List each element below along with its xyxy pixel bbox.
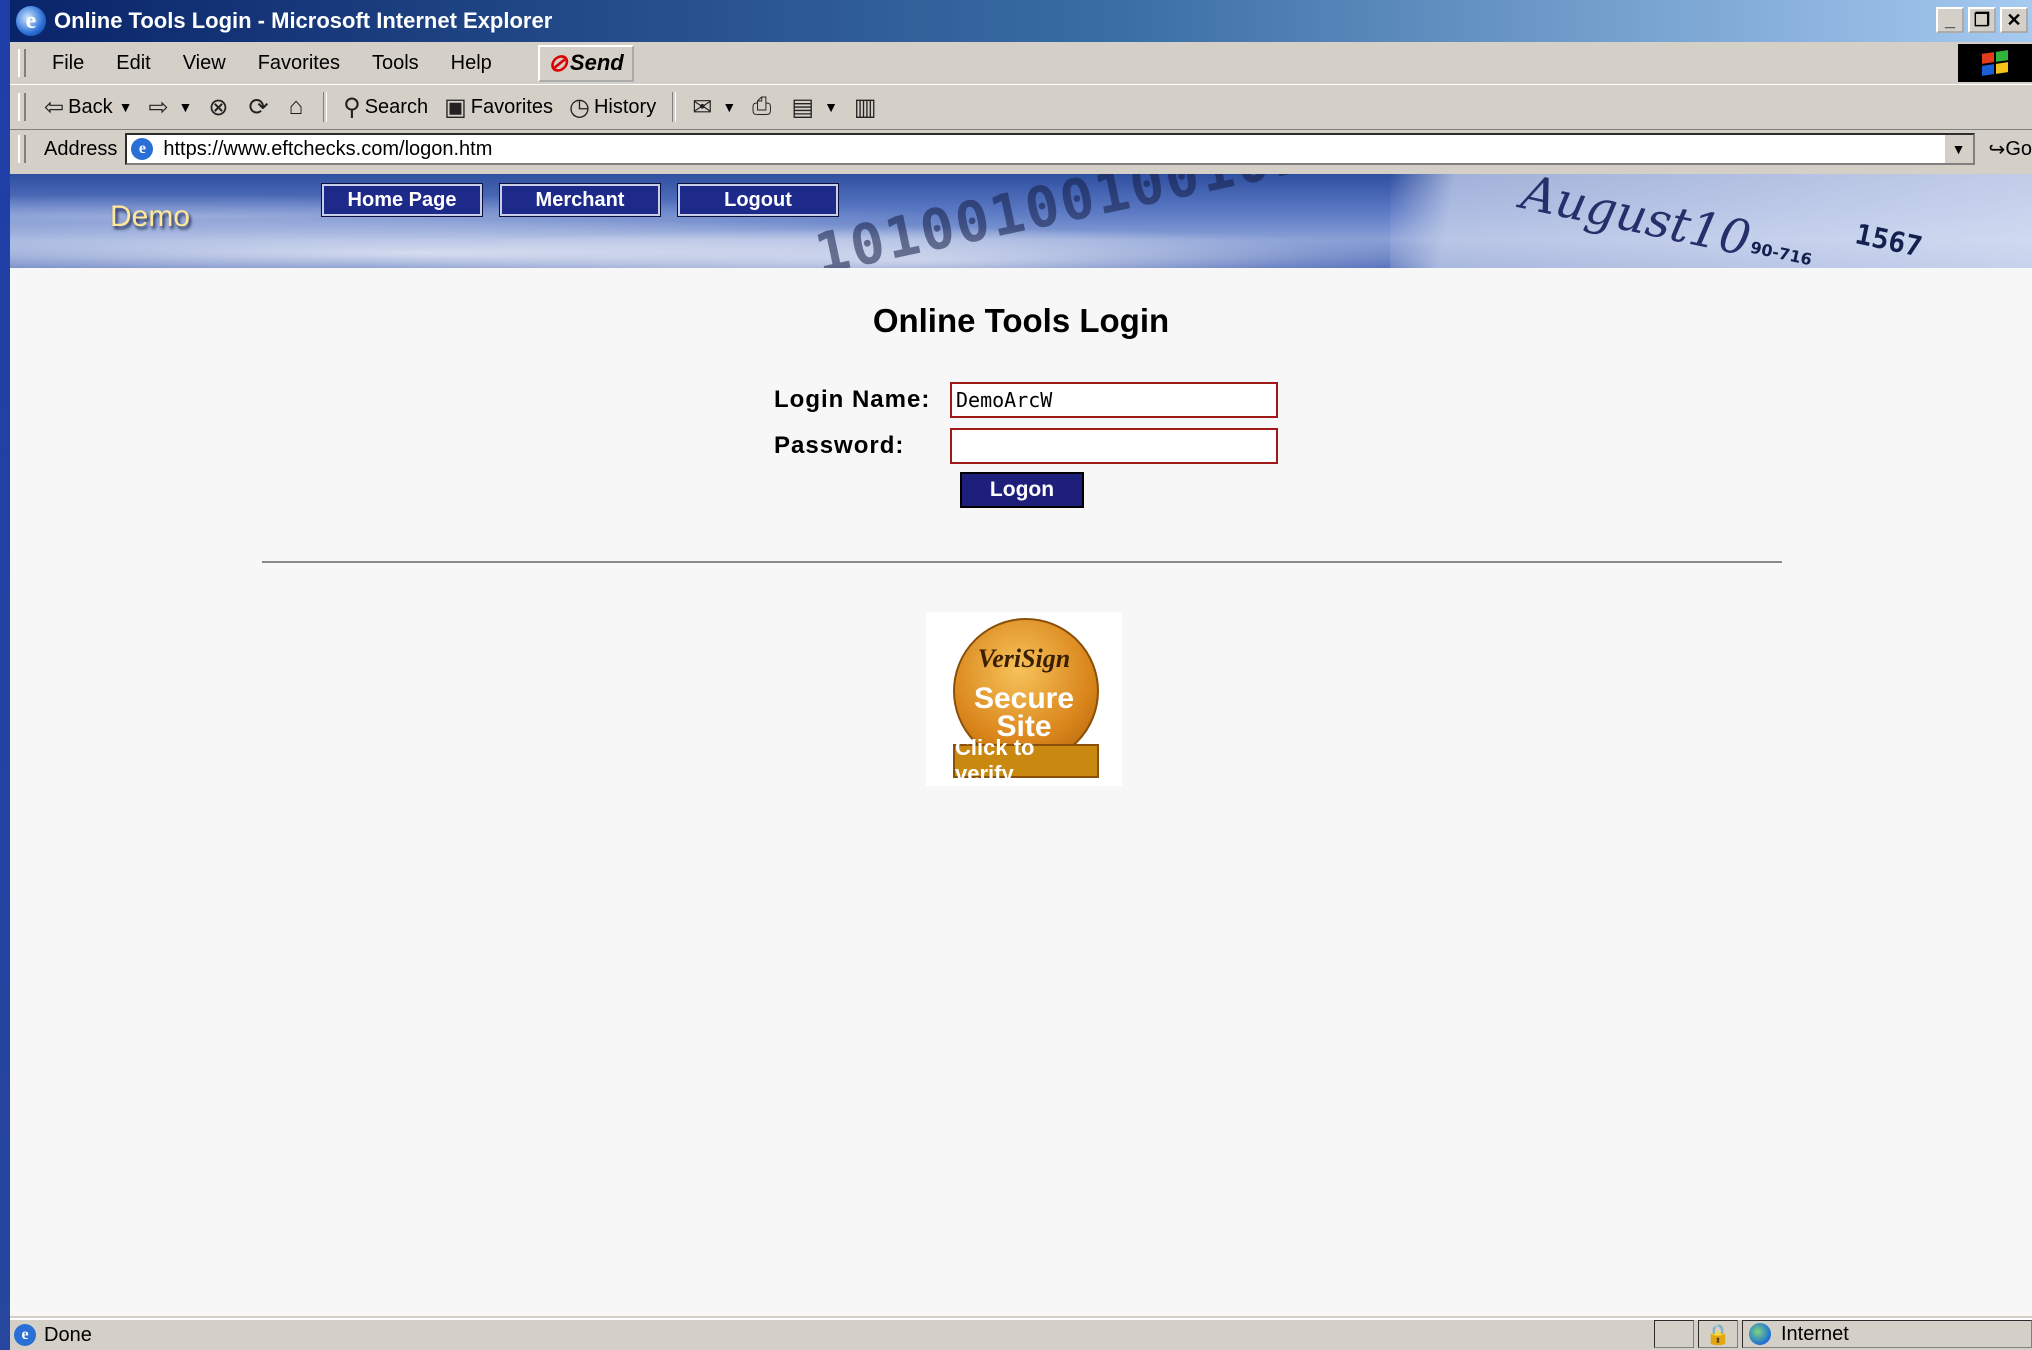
back-arrow-icon: ⇦ — [44, 93, 65, 121]
header-banner: 1010010010010100 August10 90-716 1567 De… — [10, 174, 2032, 268]
history-button[interactable]: ◷ History — [569, 93, 656, 122]
seal-click-to-verify[interactable]: Click to verify — [953, 735, 1099, 786]
mail-icon: ✉ — [692, 93, 713, 121]
title-bar: e Online Tools Login - Microsoft Interne… — [10, 0, 2032, 42]
discuss-button[interactable]: ▥ — [854, 93, 881, 122]
status-bar: e Done 🔒 Internet — [10, 1318, 2032, 1350]
site-nav: Home Page Merchant Logout — [321, 183, 839, 217]
toolbar-separator — [323, 92, 328, 122]
window-controls: _ ❐ ✕ — [1936, 7, 2028, 33]
globe-icon — [1749, 1323, 1771, 1345]
lock-icon: 🔒 — [1705, 1323, 1731, 1346]
refresh-icon: ⟳ — [248, 93, 269, 121]
nav-logout-button[interactable]: Logout — [677, 183, 839, 217]
address-url[interactable]: https://www.eftchecks.com/logon.htm — [163, 138, 492, 161]
login-name-label: Login Name: — [774, 386, 931, 413]
edit-button[interactable]: ▤ ▼ — [791, 93, 838, 122]
home-button[interactable]: ⌂ — [289, 93, 308, 121]
standard-toolbar: ⇦ Back ▼ ⇨ ▼ ⊗ ⟳ ⌂ ⚲ Search ▣ Favorites … — [10, 84, 2032, 130]
windows-logo-throbber — [1958, 44, 2032, 82]
history-label: History — [593, 95, 657, 118]
password-label: Password: — [774, 432, 905, 459]
go-button[interactable]: ↪ Go — [1989, 137, 2032, 162]
refresh-button[interactable]: ⟳ — [249, 93, 273, 122]
nav-merchant-button[interactable]: Merchant — [499, 183, 661, 217]
go-label: Go — [2005, 137, 2032, 160]
chevron-down-icon[interactable]: ▼ — [119, 99, 133, 115]
toolbar-grip[interactable] — [18, 93, 26, 121]
print-icon: ⎙ — [752, 93, 772, 120]
password-input[interactable] — [950, 428, 1278, 464]
address-label: Address — [44, 137, 118, 160]
word-edit-icon: ▤ — [791, 93, 815, 121]
menu-bar: File Edit View Favorites Tools Help ⊘ Se… — [10, 44, 2032, 82]
favorites-icon: ▣ — [444, 93, 467, 121]
menu-favorites[interactable]: Favorites — [258, 52, 340, 75]
mail-button[interactable]: ✉ ▼ — [692, 93, 736, 122]
password-row: Password: — [774, 426, 1278, 466]
search-label: Search — [364, 95, 429, 118]
forward-button[interactable]: ⇨ ▼ — [148, 93, 192, 122]
verisign-seal-graphic: VeriSign Secure Site Click to verify — [939, 614, 1109, 786]
desktop-edge — [0, 0, 10, 1350]
search-icon: ⚲ — [343, 93, 361, 121]
chevron-down-icon[interactable]: ▼ — [179, 99, 193, 115]
brand-logo: Demo — [110, 200, 191, 233]
seal-brand: VeriSign — [977, 644, 1071, 673]
window-title: Online Tools Login - Microsoft Internet … — [54, 8, 553, 33]
address-input[interactable]: e https://www.eftchecks.com/logon.htm ▼ — [125, 133, 1975, 165]
chevron-down-icon[interactable]: ▼ — [824, 99, 838, 115]
nav-home-page-button[interactable]: Home Page — [321, 183, 483, 217]
chevron-down-icon[interactable]: ▼ — [722, 99, 736, 115]
menu-help[interactable]: Help — [451, 52, 492, 75]
stop-icon: ⊗ — [208, 93, 229, 121]
go-arrow-icon: ↪ — [1988, 138, 2006, 161]
discuss-icon: ▥ — [853, 93, 877, 121]
stop-button[interactable]: ⊗ — [208, 93, 232, 122]
address-dropdown-icon[interactable]: ▼ — [1942, 135, 1973, 163]
close-button[interactable]: ✕ — [2000, 7, 2028, 33]
zone-label: Internet — [1781, 1322, 1849, 1345]
restore-button[interactable]: ❐ — [1968, 7, 1996, 33]
send-button[interactable]: ⊘ Send — [537, 44, 634, 82]
toolbar-separator — [672, 92, 677, 122]
verisign-seal[interactable]: VeriSign Secure Site Click to verify — [926, 612, 1122, 786]
home-icon: ⌂ — [288, 93, 304, 120]
print-button[interactable]: ⎙ — [752, 93, 775, 121]
browser-window: e Online Tools Login - Microsoft Interne… — [10, 0, 2032, 1350]
search-button[interactable]: ⚲ Search — [343, 93, 428, 122]
login-form: Login Name: Password: — [774, 380, 1278, 472]
favorites-label: Favorites — [470, 95, 554, 118]
status-text: Done — [44, 1323, 92, 1346]
toolbar-grip[interactable] — [18, 49, 26, 77]
back-label: Back — [68, 95, 113, 118]
status-panels: 🔒 Internet — [1650, 1320, 2032, 1350]
windows-flag-icon — [1982, 50, 2008, 76]
menu-file[interactable]: File — [52, 52, 84, 75]
menu-edit[interactable]: Edit — [116, 52, 150, 75]
toolbar-grip[interactable] — [18, 135, 26, 163]
forward-arrow-icon: ⇨ — [148, 93, 169, 121]
divider — [262, 561, 1782, 563]
send-label: Send — [569, 50, 624, 75]
status-panel-empty — [1654, 1320, 1694, 1348]
minimize-button[interactable]: _ — [1936, 7, 1964, 33]
menu-tools[interactable]: Tools — [372, 52, 419, 75]
back-button[interactable]: ⇦ Back ▼ — [44, 93, 132, 122]
page-title: Online Tools Login — [872, 302, 1170, 339]
menu-view[interactable]: View — [183, 52, 226, 75]
address-bar: Address e https://www.eftchecks.com/logo… — [10, 129, 2032, 169]
page-status-icon: e — [14, 1324, 36, 1346]
status-panel-security: 🔒 — [1698, 1320, 1738, 1348]
send-icon: ⊘ — [547, 49, 568, 77]
favorites-button[interactable]: ▣ Favorites — [444, 93, 553, 122]
page-content: 1010010010010100 August10 90-716 1567 De… — [10, 174, 2032, 1316]
status-panel-zone: Internet — [1742, 1320, 2032, 1348]
logon-button[interactable]: Logon — [960, 472, 1084, 508]
login-name-row: Login Name: — [774, 380, 1278, 420]
history-icon: ◷ — [569, 93, 590, 121]
ie-icon: e — [16, 6, 46, 36]
page-icon: e — [131, 138, 154, 160]
login-name-input[interactable] — [950, 382, 1278, 418]
